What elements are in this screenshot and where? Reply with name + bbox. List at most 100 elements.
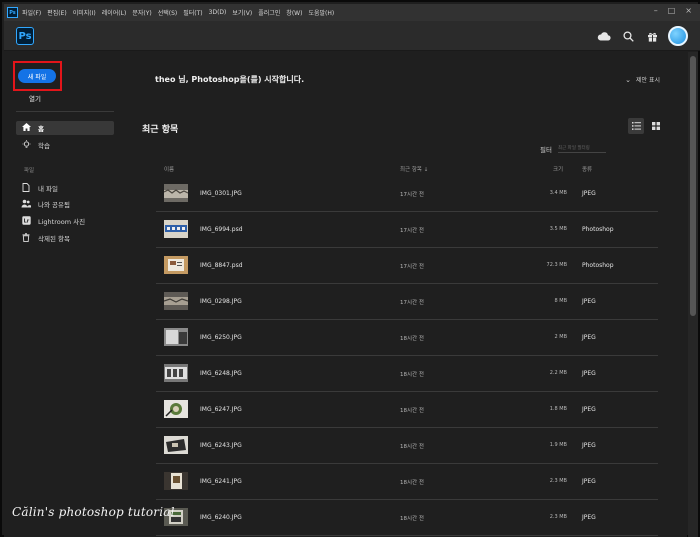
file-thumbnail [164, 436, 188, 454]
open-button[interactable]: 열기 [29, 93, 41, 103]
search-icon[interactable] [620, 28, 636, 44]
column-name[interactable]: 이름 [164, 165, 174, 173]
sidebar-item-label: 내 파일 [38, 185, 59, 193]
file-name: IMG_0298.JPG [200, 298, 242, 305]
file-kind: JPEG [582, 334, 596, 341]
file-time: 18시간 전 [400, 444, 424, 450]
people-icon [20, 199, 32, 210]
file-thumbnail [164, 364, 188, 382]
lightbulb-icon [20, 139, 32, 151]
file-thumbnail [164, 292, 188, 310]
file-kind: JPEG [582, 298, 596, 305]
sidebar-item-shared[interactable]: 나와 공유됨 [16, 197, 114, 211]
column-size[interactable]: 크기 [553, 165, 563, 173]
file-size: 1.9 MB [549, 442, 567, 448]
app-icon: Ps [7, 7, 18, 18]
table-row[interactable]: IMG_6241.JPG 18시간 전 2.3 MB JPEG [156, 464, 658, 500]
menu-3d[interactable]: 3D(D) [209, 9, 227, 16]
table-row[interactable]: IMG_6248.JPG 18시간 전 2.2 MB JPEG [156, 356, 658, 392]
file-time: 18시간 전 [400, 372, 424, 378]
file-kind: JPEG [582, 478, 596, 485]
table-row[interactable]: IMG_6250.JPG 18시간 전 2 MB JPEG [156, 320, 658, 356]
lightroom-icon: Lr [20, 215, 32, 227]
file-time: 17시간 전 [400, 192, 424, 198]
file-thumbnail [164, 220, 188, 238]
table-row[interactable]: IMG_6247.JPG 18시간 전 1.8 MB JPEG [156, 392, 658, 428]
file-kind: Photoshop [582, 226, 614, 233]
chevron-down-icon: ⌄ [625, 75, 631, 84]
maximize-button[interactable]: □ [668, 6, 676, 15]
menu-select[interactable]: 선택(S) [158, 8, 178, 17]
file-name: IMG_6243.JPG [200, 442, 242, 449]
main-content: theo 님, Photoshop을(를) 시작합니다. ⌄ 제안 표시 최근 … [124, 52, 687, 537]
file-time: 18시간 전 [400, 480, 424, 486]
file-name: IMG_6994.psd [200, 226, 243, 233]
file-name: IMG_8847.psd [200, 262, 243, 269]
gift-icon[interactable] [644, 28, 660, 44]
sidebar-item-learn[interactable]: 학습 [16, 138, 114, 152]
file-size: 2 MB [554, 334, 567, 340]
table-row[interactable]: IMG_6240.JPG 18시간 전 2.3 MB JPEG [156, 500, 658, 536]
table-row[interactable]: IMG_8847.psd 17시간 전 72.3 MB Photoshop [156, 248, 658, 284]
file-thumbnail [164, 328, 188, 346]
table-row[interactable]: IMG_6994.psd 17시간 전 3.5 MB Photoshop [156, 212, 658, 248]
table-row[interactable]: IMG_6243.JPG 18시간 전 1.9 MB JPEG [156, 428, 658, 464]
recent-section-title: 최근 항목 [142, 125, 179, 135]
filter-label: 필터 [540, 146, 552, 154]
app-window: Ps 파일(F) 편집(E) 이미지(I) 레이어(L) 문자(Y) 선택(S)… [0, 0, 700, 537]
close-button[interactable]: × [685, 6, 692, 15]
sidebar-item-label: Lightroom 사진 [38, 218, 86, 226]
menu-type[interactable]: 문자(Y) [132, 8, 151, 17]
menu-file[interactable]: 파일(F) [22, 8, 41, 17]
file-kind: JPEG [582, 370, 596, 377]
menu-view[interactable]: 보기(V) [232, 8, 252, 17]
menu-window[interactable]: 창(W) [286, 8, 302, 17]
sidebar-item-deleted[interactable]: 삭제된 항목 [16, 231, 114, 245]
list-view-icon[interactable] [628, 118, 644, 134]
file-thumbnail [164, 472, 188, 490]
column-kind[interactable]: 종류 [582, 165, 592, 173]
menu-filter[interactable]: 필터(T) [183, 8, 202, 17]
menu-layer[interactable]: 레이어(L) [102, 8, 127, 17]
file-size: 72.3 MB [546, 262, 567, 268]
menu-edit[interactable]: 편집(E) [47, 8, 67, 17]
column-recent[interactable]: 최근 항목 ↓ [400, 165, 428, 173]
file-thumbnail [164, 184, 188, 202]
file-thumbnail [164, 256, 188, 274]
welcome-heading: theo 님, Photoshop을(를) 시작합니다. [155, 75, 305, 84]
svg-text:Lr: Lr [23, 218, 29, 224]
file-name: IMG_6250.JPG [200, 334, 242, 341]
file-time: 18시간 전 [400, 408, 424, 414]
file-thumbnail [164, 400, 188, 418]
file-size: 3.5 MB [549, 226, 567, 232]
sidebar-item-lightroom[interactable]: Lr Lightroom 사진 [16, 214, 114, 228]
file-kind: JPEG [582, 190, 596, 197]
minimize-button[interactable]: – [654, 6, 658, 15]
avatar[interactable] [668, 26, 688, 46]
vertical-scrollbar[interactable] [688, 52, 698, 537]
table-row[interactable]: IMG_0298.JPG 17시간 전 8 MB JPEG [156, 284, 658, 320]
menu-plugins[interactable]: 플러그인 [258, 8, 280, 17]
table-row[interactable]: IMG_0301.JPG 17시간 전 3.4 MB JPEG [156, 176, 658, 212]
filter-input[interactable]: 최근 파일 필터링 [557, 145, 606, 153]
file-name: IMG_0301.JPG [200, 190, 242, 197]
sidebar-item-my-files[interactable]: 내 파일 [16, 181, 114, 195]
file-kind: JPEG [582, 514, 596, 521]
sidebar-item-label: 학습 [38, 142, 50, 150]
file-size: 2.3 MB [549, 478, 567, 484]
photoshop-logo[interactable]: Ps [16, 27, 34, 45]
file-time: 17시간 전 [400, 300, 424, 306]
scrollbar-thumb[interactable] [690, 56, 696, 316]
annotation-highlight-box [13, 61, 62, 91]
cloud-icon[interactable] [596, 28, 612, 44]
show-suggestions-toggle[interactable]: ⌄ 제안 표시 [625, 75, 660, 85]
sidebar-item-home[interactable]: 홈 [16, 121, 114, 135]
file-kind: JPEG [582, 442, 596, 449]
menu-help[interactable]: 도움말(H) [308, 8, 334, 17]
menu-image[interactable]: 이미지(I) [73, 8, 96, 17]
grid-view-icon[interactable] [648, 118, 664, 134]
sidebar-item-label: 홈 [38, 125, 44, 133]
file-name: IMG_6241.JPG [200, 478, 242, 485]
sidebar: 새 파일 열기 홈 학습 파일 내 파일 나와 공유됨 Lr Lightroom… [4, 52, 124, 537]
sidebar-section-files: 파일 [24, 168, 35, 174]
